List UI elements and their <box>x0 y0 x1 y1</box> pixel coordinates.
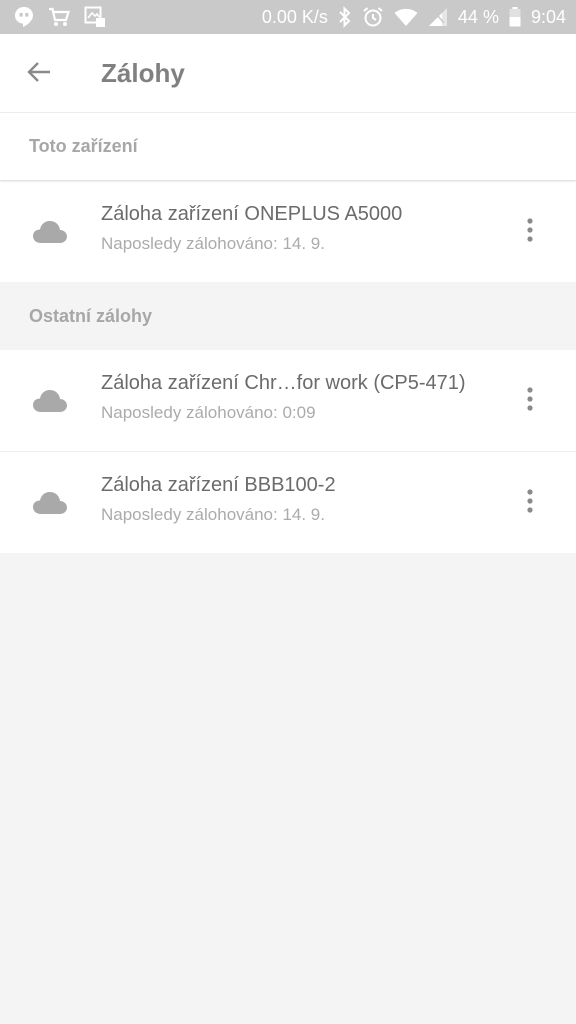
cloud-icon <box>32 490 68 516</box>
backup-subtitle: Naposledy zálohováno: 14. 9. <box>101 234 325 253</box>
cloud-icon <box>32 388 68 414</box>
more-options-button[interactable] <box>512 215 548 249</box>
arrow-left-icon <box>26 60 52 89</box>
shopping-cart-icon <box>48 7 70 27</box>
backup-title: Záloha zařízení Chr…for work (CP5-471) <box>101 372 466 394</box>
more-vert-icon <box>527 217 533 247</box>
section-header-other-backups: Ostatní zálohy <box>0 282 576 350</box>
backup-item[interactable]: Záloha zařízení BBB100-2 Naposledy záloh… <box>0 452 576 553</box>
bluetooth-icon <box>338 6 352 28</box>
backup-subtitle: Naposledy zálohováno: 0:09 <box>101 403 316 422</box>
backup-item[interactable]: Záloha zařízení Chr…for work (CP5-471) N… <box>0 350 576 452</box>
cloud-icon <box>32 219 68 245</box>
alarm-icon <box>362 6 384 28</box>
screenshot-icon <box>84 6 106 28</box>
back-button[interactable] <box>22 57 56 91</box>
backup-title: Záloha zařízení ONEPLUS A5000 <box>101 203 403 225</box>
section-header-this-device: Toto zařízení <box>0 112 576 180</box>
clock: 9:04 <box>530 6 566 27</box>
backup-subtitle: Naposledy zálohováno: 14. 9. <box>101 505 325 524</box>
battery-icon <box>509 7 521 27</box>
wifi-icon <box>394 8 418 26</box>
more-options-button[interactable] <box>512 486 548 520</box>
backup-item[interactable]: Záloha zařízení ONEPLUS A5000 Naposledy … <box>0 181 576 282</box>
more-vert-icon <box>527 386 533 416</box>
battery-percent: 44 % <box>457 6 499 27</box>
hangouts-icon <box>14 6 34 28</box>
more-options-button[interactable] <box>512 384 548 418</box>
status-bar: 0.00 K/s 44 % 9:04 <box>0 0 576 34</box>
page-title: Zálohy <box>101 58 185 88</box>
backup-title: Záloha zařízení BBB100-2 <box>101 474 336 496</box>
more-vert-icon <box>527 488 533 518</box>
network-speed: 0.00 K/s <box>261 6 328 27</box>
app-bar: Zálohy <box>0 34 576 112</box>
signal-icon <box>428 7 448 27</box>
